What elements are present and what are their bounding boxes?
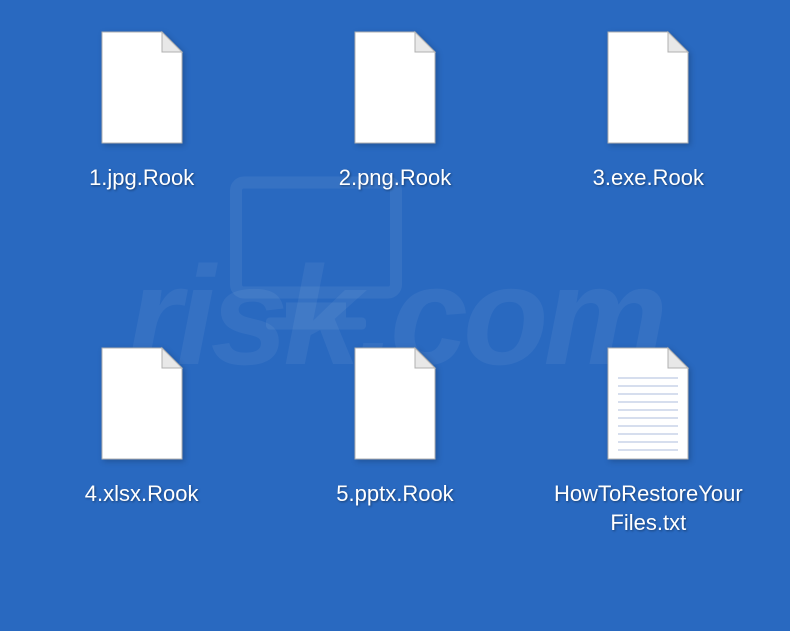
file-item[interactable]: HowToRestoreYourFiles.txt	[547, 346, 750, 602]
file-label: 1.jpg.Rook	[89, 163, 194, 193]
file-label: 3.exe.Rook	[593, 163, 704, 193]
text-file-icon	[603, 346, 693, 461]
file-item[interactable]: 4.xlsx.Rook	[40, 346, 243, 602]
file-item[interactable]: 2.png.Rook	[293, 30, 496, 286]
file-label: 2.png.Rook	[339, 163, 452, 193]
file-label: 5.pptx.Rook	[336, 479, 453, 509]
blank-file-icon	[350, 30, 440, 145]
file-label: 4.xlsx.Rook	[85, 479, 199, 509]
icon-grid: 1.jpg.Rook 2.png.Rook 3.exe.Rook	[40, 30, 750, 601]
blank-file-icon	[97, 30, 187, 145]
file-item[interactable]: 5.pptx.Rook	[293, 346, 496, 602]
blank-file-icon	[350, 346, 440, 461]
file-label: HowToRestoreYourFiles.txt	[553, 479, 743, 538]
desktop-area[interactable]: 1.jpg.Rook 2.png.Rook 3.exe.Rook	[0, 0, 790, 631]
blank-file-icon	[97, 346, 187, 461]
file-item[interactable]: 3.exe.Rook	[547, 30, 750, 286]
blank-file-icon	[603, 30, 693, 145]
file-item[interactable]: 1.jpg.Rook	[40, 30, 243, 286]
